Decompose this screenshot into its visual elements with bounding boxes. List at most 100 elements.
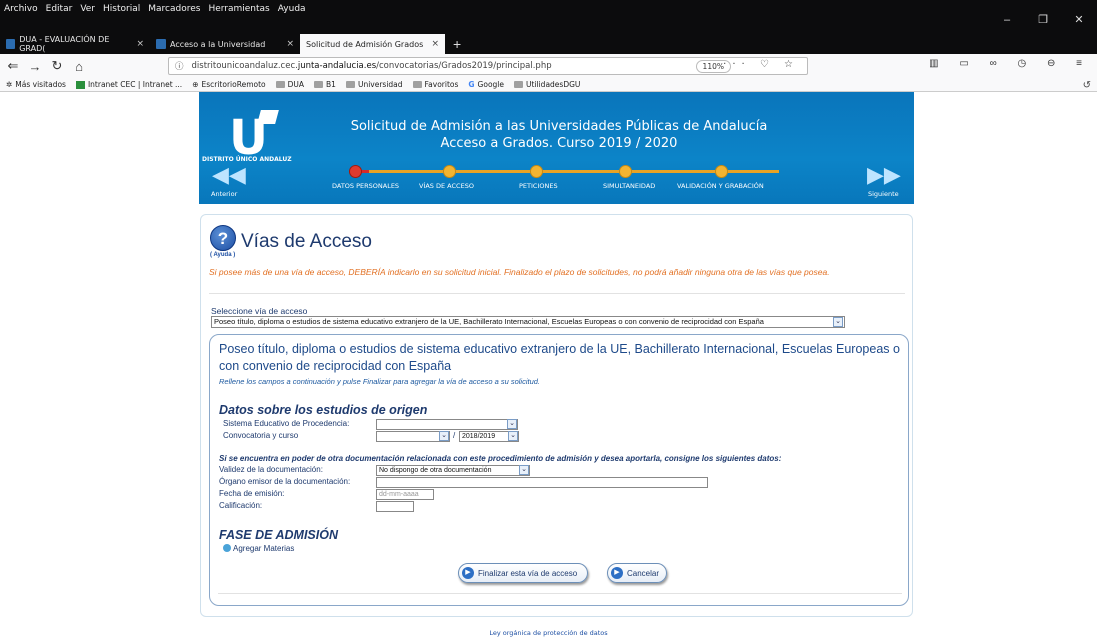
- site-favicon-icon: [6, 39, 16, 49]
- divider: [209, 293, 905, 294]
- via-detail-box: Poseo título, diploma o estudios de sist…: [209, 334, 909, 606]
- origen-heading: Datos sobre los estudios de origen: [219, 403, 428, 417]
- back-icon[interactable]: ⇐: [4, 58, 22, 74]
- tab-label: Solicitud de Admisión Grados: [306, 39, 424, 49]
- chevron-down-icon[interactable]: ⌄: [507, 419, 517, 429]
- bookmark-utilidades[interactable]: UtilidadesDGU: [514, 80, 580, 89]
- bookmark-mas-visitados[interactable]: ✲ Más visitados: [6, 80, 66, 89]
- bookmark-intranet[interactable]: Intranet CEC | Intranet ...: [75, 80, 182, 89]
- dua-logo-mark: [257, 110, 279, 124]
- calificacion-input[interactable]: [376, 501, 414, 512]
- menu-herramientas[interactable]: Herramientas: [208, 4, 269, 14]
- step-node-3: [530, 165, 543, 178]
- add-icon[interactable]: [223, 544, 231, 552]
- tab-solicitud-admision[interactable]: Solicitud de Admisión Grados ×: [300, 34, 445, 54]
- close-window-icon[interactable]: ✕: [1061, 0, 1097, 40]
- menu-historial[interactable]: Historial: [103, 4, 140, 14]
- step-vias-acceso[interactable]: VÍAS DE ACCESO: [419, 182, 474, 190]
- info-icon[interactable]: ⓘ: [175, 60, 184, 72]
- divider: [218, 593, 902, 594]
- gear-icon: ✲: [6, 80, 13, 89]
- menu-bar: Archivo Editar Ver Historial Marcadores …: [0, 0, 1097, 17]
- next-label[interactable]: Siguiente: [868, 190, 899, 198]
- bookmarks-bar: ✲ Más visitados Intranet CEC | Intranet .…: [0, 78, 1097, 92]
- organo-input[interactable]: [376, 477, 708, 488]
- fecha-input[interactable]: dd-mm-aaaa: [376, 489, 434, 500]
- help-icon[interactable]: ?: [210, 225, 236, 251]
- bookmark-b1[interactable]: B1: [314, 80, 336, 89]
- nav-toolbar: ⇐ → ↻ ⌂ ⓘ distritounicoandaluz.cec. junta…: [0, 54, 1097, 78]
- agregar-materias-link[interactable]: Agregar Materias: [233, 544, 294, 553]
- globe-icon: ⊕: [192, 80, 199, 89]
- chevron-down-icon[interactable]: ⌄: [439, 431, 449, 441]
- url-bar[interactable]: ⓘ distritounicoandaluz.cec. junta-andaluc…: [168, 57, 808, 75]
- close-tab-icon[interactable]: ×: [286, 39, 294, 49]
- folder-icon: [345, 81, 355, 88]
- menu-editar[interactable]: Editar: [46, 4, 73, 14]
- maximize-icon[interactable]: ❐: [1025, 0, 1061, 40]
- via-select[interactable]: Poseo título, diploma o estudios de sist…: [211, 316, 845, 328]
- cancelar-button[interactable]: ▶ Cancelar: [607, 563, 667, 583]
- cancelar-label: Cancelar: [627, 568, 660, 578]
- history-icon[interactable]: ↺: [1083, 80, 1091, 91]
- step-node-2: [443, 165, 456, 178]
- page-title: Vías de Acceso: [241, 231, 372, 252]
- bookmark-dua[interactable]: DUA: [275, 80, 304, 89]
- slash-separator: /: [453, 431, 456, 440]
- lopd-link[interactable]: Ley orgánica de protección de datos: [0, 629, 1097, 637]
- menu-ayuda[interactable]: Ayuda: [278, 4, 306, 14]
- sistema-select[interactable]: [376, 419, 518, 430]
- reload-icon[interactable]: ↻: [48, 58, 66, 74]
- play-icon: ▶: [611, 567, 623, 579]
- forward-icon[interactable]: →: [26, 59, 44, 74]
- tab-label: DUA - EVALUACIÓN DE GRAD(: [19, 35, 110, 53]
- bookmark-escritorio[interactable]: ⊕ EscritorioRemoto: [192, 80, 265, 89]
- help-link[interactable]: ( Ayuda ): [210, 252, 235, 258]
- via-instructions: Rellene los campos a continuación y puls…: [219, 377, 541, 386]
- via-title: Poseo título, diploma o estudios de sist…: [219, 342, 900, 373]
- browser-chrome: Archivo Editar Ver Historial Marcadores …: [0, 0, 1097, 62]
- menu-archivo[interactable]: Archivo: [4, 4, 38, 14]
- finalizar-label: Finalizar esta vía de acceso: [478, 568, 578, 578]
- folder-icon: [514, 81, 523, 88]
- chevron-down-icon[interactable]: ⌄: [519, 465, 529, 475]
- step-node-5: [715, 165, 728, 178]
- previous-arrow-icon[interactable]: ◀◀: [212, 164, 246, 186]
- fecha-label: Fecha de emisión:: [219, 489, 285, 498]
- bookmark-universidad[interactable]: Universidad: [345, 80, 403, 89]
- toolbar-icons[interactable]: ▥ ▭ ∞ ◷ ⊖ ≡: [929, 58, 1091, 69]
- home-icon[interactable]: ⌂: [70, 59, 88, 74]
- step-validacion[interactable]: VALIDACIÓN Y GRABACIÓN: [677, 182, 764, 190]
- step-datos-personales[interactable]: DATOS PERSONALES: [332, 182, 399, 190]
- folder-icon: [314, 81, 324, 88]
- folder-icon: [275, 81, 285, 88]
- sistema-label: Sistema Educativo de Procedencia:: [223, 419, 350, 428]
- calificacion-label: Calificación:: [219, 501, 263, 510]
- close-tab-icon[interactable]: ×: [136, 39, 144, 49]
- step-node-1: [349, 165, 362, 178]
- step-peticiones[interactable]: PETICIONES: [519, 182, 558, 190]
- tab-acceso-universidad[interactable]: Acceso a la Universidad ×: [150, 34, 300, 54]
- previous-label[interactable]: Anterior: [211, 190, 237, 198]
- play-icon: ▶: [462, 567, 474, 579]
- bookmark-google[interactable]: G Google: [468, 80, 504, 89]
- tab-dua-evaluacion[interactable]: DUA - EVALUACIÓN DE GRAD( ×: [0, 34, 150, 54]
- menu-marcadores[interactable]: Marcadores: [148, 4, 200, 14]
- window-controls: – ❐ ✕: [989, 0, 1097, 40]
- url-domain: junta-andalucia.es: [297, 61, 377, 71]
- chevron-down-icon[interactable]: ⌄: [508, 431, 518, 441]
- menu-ver[interactable]: Ver: [80, 4, 95, 14]
- new-tab-icon[interactable]: +: [445, 34, 469, 54]
- bookmark-favoritos[interactable]: Favoritos: [412, 80, 458, 89]
- minimize-icon[interactable]: –: [989, 0, 1025, 40]
- close-tab-icon[interactable]: ×: [431, 39, 439, 49]
- tab-strip: DUA - EVALUACIÓN DE GRAD( × Acceso a la …: [0, 34, 469, 54]
- step-simultaneidad[interactable]: SIMULTANEIDAD: [603, 182, 655, 190]
- page-actions-icon[interactable]: ··· ♡ ☆: [723, 59, 799, 70]
- chevron-down-icon[interactable]: ⌄: [833, 317, 843, 327]
- next-arrow-icon[interactable]: ▶▶: [867, 164, 901, 186]
- banner-title: Solicitud de Admisión a las Universidade…: [329, 118, 789, 152]
- validez-select[interactable]: No dispongo de otra documentación: [376, 465, 530, 476]
- finalizar-button[interactable]: ▶ Finalizar esta vía de acceso: [458, 563, 588, 583]
- step-node-4: [619, 165, 632, 178]
